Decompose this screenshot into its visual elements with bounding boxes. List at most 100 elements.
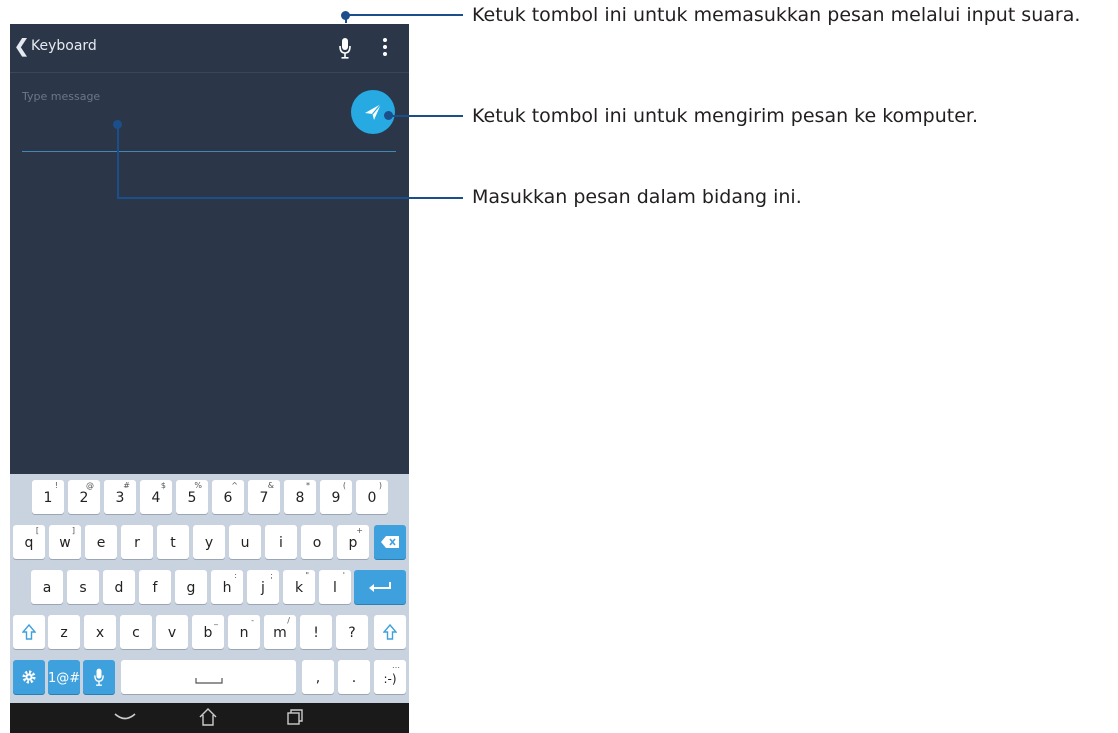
key-row4-6[interactable]: / m — [264, 615, 296, 649]
key-sublabel: % — [194, 481, 202, 490]
key-row1-6[interactable]: & 7 — [248, 480, 280, 514]
key-label: 8 — [295, 490, 305, 506]
microphone-icon — [94, 668, 104, 686]
key-row4-2[interactable]: c — [120, 615, 152, 649]
message-input-underline — [22, 151, 396, 152]
key-row4-7[interactable]: ! — [300, 615, 332, 649]
key-label: r — [134, 535, 140, 551]
key-row4-5[interactable]: -n — [228, 615, 260, 649]
key-sublabel: _ — [214, 616, 218, 625]
shift-icon — [22, 624, 36, 640]
key-row3-2[interactable]: d — [103, 570, 135, 604]
key-label: w — [59, 535, 71, 551]
more-vert-icon[interactable] — [382, 38, 388, 58]
key-row2-4[interactable]: t — [157, 525, 189, 559]
key-label: 6 — [223, 490, 233, 506]
voice-input-key[interactable] — [83, 660, 115, 694]
key-row3-5[interactable]: :h — [211, 570, 243, 604]
key-row4-0[interactable]: z — [48, 615, 80, 649]
phone-screen: ❮ Keyboard Type message 1@# , . …:-) ! … — [10, 24, 409, 733]
key-row3-3[interactable]: f — [139, 570, 171, 604]
key-sublabel: + — [356, 526, 363, 535]
key-row1-3[interactable]: $4 — [140, 480, 172, 514]
key-row3-0[interactable]: a — [31, 570, 63, 604]
enter-key[interactable] — [354, 570, 406, 604]
key-row4-1[interactable]: x — [84, 615, 116, 649]
key-label: s — [79, 580, 87, 596]
key-row3-7[interactable]: " k — [283, 570, 315, 604]
key-row2-6[interactable]: u — [229, 525, 261, 559]
app-title[interactable]: Keyboard — [31, 38, 97, 54]
key-row3-8[interactable]: ' l — [319, 570, 351, 604]
key-label: y — [204, 535, 214, 551]
key-label: i — [279, 535, 283, 551]
key-sublabel: # — [123, 481, 130, 490]
key-label: x — [95, 625, 105, 641]
key-row1-1[interactable]: @2 — [68, 480, 100, 514]
key-row1-9[interactable]: ) 0 — [356, 480, 388, 514]
key-row4-3[interactable]: v — [156, 615, 188, 649]
key-sublabel: $ — [160, 481, 166, 490]
back-nav-icon[interactable] — [114, 713, 136, 723]
key-row4-4[interactable]: _ b — [192, 615, 224, 649]
key-row1-8[interactable]: (9 — [320, 480, 352, 514]
gear-icon — [22, 670, 36, 684]
shift-key-right[interactable] — [374, 615, 406, 649]
key-label: l — [333, 580, 337, 596]
key-row2-7[interactable]: i — [265, 525, 297, 559]
key-label: h — [222, 580, 232, 596]
message-input[interactable]: Type message — [22, 90, 100, 103]
key-label: e — [96, 535, 106, 551]
enter-icon — [369, 582, 391, 592]
key-label: o — [312, 535, 322, 551]
callout-text-send: Ketuk tombol ini untuk mengirim pesan ke… — [472, 105, 979, 127]
space-key[interactable] — [121, 660, 296, 694]
key-row3-1[interactable]: s — [67, 570, 99, 604]
key-sublabel: : — [234, 571, 237, 580]
key-row1-5[interactable]: ^ 6 — [212, 480, 244, 514]
key-label: t — [170, 535, 176, 551]
key-label: ! — [313, 625, 319, 641]
comma-key-label: , — [315, 670, 321, 686]
home-icon[interactable] — [198, 708, 218, 726]
key-row2-1[interactable]: ] w — [49, 525, 81, 559]
key-row4-8[interactable]: ? — [336, 615, 368, 649]
key-sublabel: ! — [54, 481, 58, 490]
period-key[interactable]: . — [338, 660, 370, 694]
key-row2-2[interactable]: e — [85, 525, 117, 559]
space-icon — [195, 678, 223, 684]
key-row2-8[interactable]: o — [301, 525, 333, 559]
key-row3-6[interactable]: ; j — [247, 570, 279, 604]
backspace-icon — [381, 536, 399, 548]
key-label: g — [186, 580, 196, 596]
key-row2-3[interactable]: r — [121, 525, 153, 559]
backspace-key[interactable] — [374, 525, 406, 559]
back-icon[interactable]: ❮ — [14, 36, 29, 57]
key-sublabel: [ — [35, 526, 39, 535]
comma-key[interactable]: , — [302, 660, 334, 694]
key-row2-0[interactable]: [q — [13, 525, 45, 559]
key-label: 2 — [79, 490, 89, 506]
microphone-icon[interactable] — [338, 36, 352, 60]
settings-key[interactable] — [13, 660, 45, 694]
emoticon-key-sublabel: … — [392, 661, 400, 670]
shift-key-left[interactable] — [13, 615, 45, 649]
shift-icon — [383, 624, 397, 640]
key-label: d — [114, 580, 124, 596]
recent-apps-icon[interactable] — [286, 708, 304, 726]
key-row1-4[interactable]: % 5 — [176, 480, 208, 514]
key-row1-7[interactable]: * 8 — [284, 480, 316, 514]
keyboard: 1@# , . … :-) ! 1 @2 #3 $4% 5 ^ 6 & 7 * 8(9) 0[q] w e r… — [10, 474, 409, 703]
send-icon — [365, 103, 382, 120]
key-row2-5[interactable]: y — [193, 525, 225, 559]
symbols-key[interactable]: 1@# — [48, 660, 80, 694]
key-sublabel: - — [251, 616, 254, 625]
key-row2-9[interactable]: + p — [337, 525, 369, 559]
emoticon-key[interactable]: … :-) — [374, 660, 406, 694]
key-row3-4[interactable]: g — [175, 570, 207, 604]
key-label: ? — [348, 625, 356, 641]
key-label: 3 — [115, 490, 125, 506]
key-row1-0[interactable]: ! 1 — [32, 480, 64, 514]
key-row1-2[interactable]: #3 — [104, 480, 136, 514]
navigation-bar — [10, 703, 409, 733]
